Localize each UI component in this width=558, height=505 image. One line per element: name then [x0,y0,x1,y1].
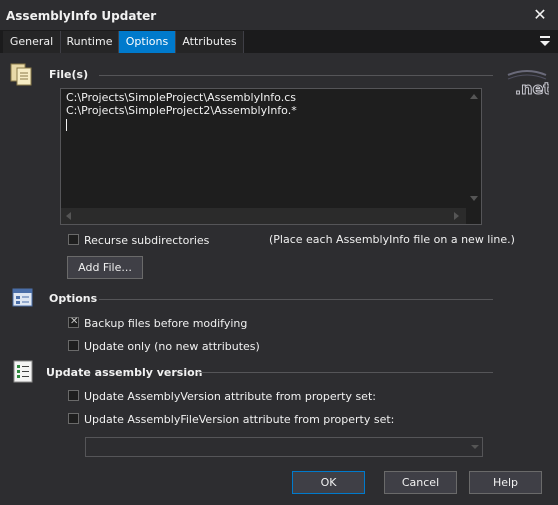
files-textarea[interactable]: C:\Projects\SimpleProject\AssemblyInfo.c… [60,88,482,225]
backup-checkbox[interactable] [68,316,79,328]
scroll-down-icon[interactable] [470,196,478,201]
files-section-label: File(s) [49,68,89,81]
recurse-label: Recurse subdirectories [84,234,210,247]
files-icon [10,63,32,86]
horizontal-scrollbar[interactable] [61,208,466,224]
file-line: C:\Projects\SimpleProject2\AssemblyInfo.… [66,104,297,117]
recurse-checkbox[interactable] [68,234,79,245]
dotnet-logo: .net [505,66,552,99]
scroll-up-icon[interactable] [470,94,478,99]
file-version-checkbox[interactable] [68,413,79,424]
svg-text:.net: .net [515,79,549,98]
tab-menu-icon[interactable] [538,33,552,49]
options-section-label: Options [49,292,98,305]
tab-runtime[interactable]: Runtime [61,31,119,53]
file-line: C:\Projects\SimpleProject\AssemblyInfo.c… [66,91,296,104]
options-icon [12,288,33,307]
scroll-right-icon[interactable] [454,212,459,220]
assembly-version-label: Update AssemblyVersion attribute from pr… [84,390,376,403]
ok-button[interactable]: OK [292,471,365,494]
version-section-label: Update assembly version [46,366,203,379]
close-icon[interactable]: ✕ [530,5,550,25]
scroll-corner [466,208,481,224]
options-divider [99,299,493,300]
files-divider [99,75,493,76]
version-list-icon [13,360,33,383]
file-version-label: Update AssemblyFileVersion attribute fro… [84,413,395,426]
tab-general[interactable]: General [3,31,61,53]
property-set-combo[interactable] [85,437,483,457]
window-title: AssemblyInfo Updater [6,9,157,23]
help-button[interactable]: Help [469,471,542,494]
chevron-down-icon[interactable] [467,437,482,457]
version-divider [197,372,493,373]
files-hint: (Place each AssemblyInfo file on a new l… [269,233,515,246]
scroll-left-icon[interactable] [66,212,71,220]
add-file-button[interactable]: Add File... [67,256,143,279]
backup-label: Backup files before modifying [84,317,248,330]
vertical-scrollbar[interactable] [466,89,481,208]
update-only-checkbox[interactable] [68,340,79,351]
tab-options[interactable]: Options [119,31,176,53]
update-only-label: Update only (no new attributes) [84,340,260,353]
text-caret [66,119,67,131]
tab-attributes[interactable]: Attributes [176,31,244,53]
cancel-button[interactable]: Cancel [384,471,457,494]
assembly-version-checkbox[interactable] [68,390,79,401]
